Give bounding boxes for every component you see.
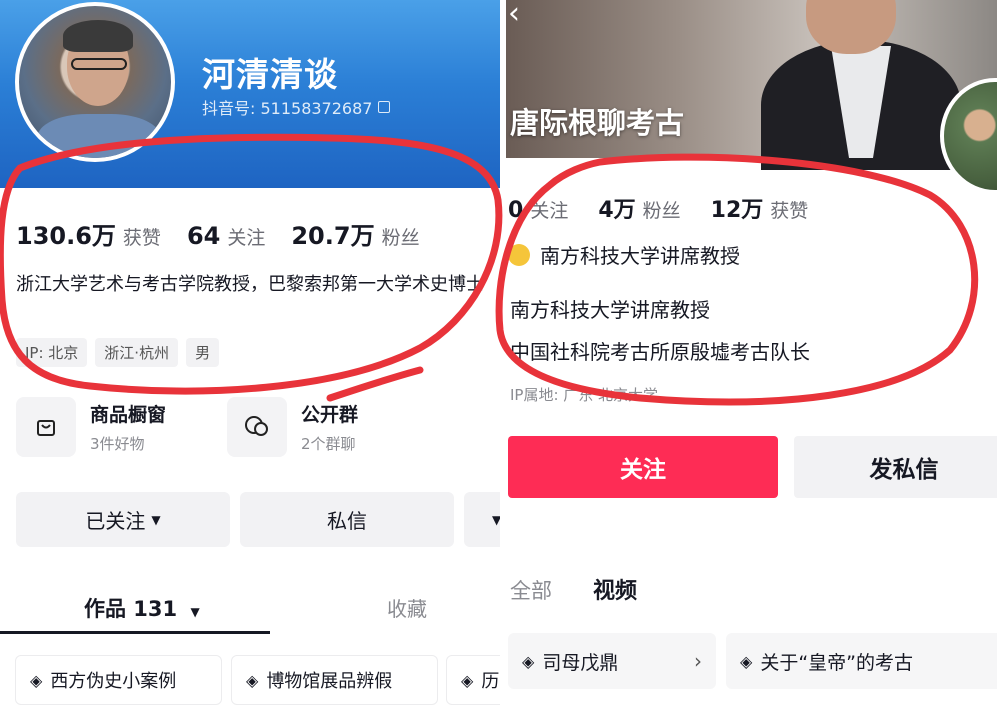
chevron-right-icon: › <box>694 649 702 673</box>
following-label[interactable]: 关注 <box>530 196 568 223</box>
following-count[interactable]: 0 <box>508 198 523 223</box>
followers-count[interactable]: 4万 <box>598 192 635 224</box>
active-tab-indicator <box>0 631 270 634</box>
layers-icon: ◈ <box>246 670 259 690</box>
verified-title: 南方科技大学讲席教授 <box>508 240 740 269</box>
follow-button[interactable]: 关注 <box>508 436 778 498</box>
profile-bio: 浙江大学艺术与考古学院教授，巴黎索邦第一大学术史博士 <box>16 274 484 295</box>
collection-chip[interactable]: ◈ 西方伪史小案例 <box>15 655 222 705</box>
likes-count: 130.6万 <box>16 222 116 250</box>
collection-chip-label: 西方伪史小案例 <box>50 671 177 692</box>
collection-chip-label: 关于“皇帝”的考古 <box>760 651 913 674</box>
gender-tag: 男 <box>186 338 220 367</box>
left-profile-panel: 河清清谈 抖音号: 51158372687 130.6万 获赞 64 关注 20… <box>0 0 500 707</box>
shop-window-entry[interactable]: 商品橱窗 3件好物 <box>16 397 166 457</box>
right-profile-panel: ‹ 唐际根聊考古 0 关注 4万 粉丝 12万 获赞 南方科技大学讲席教授 南方… <box>506 0 997 707</box>
followed-button[interactable]: 已关注 ▼ <box>16 492 230 547</box>
profile-stats: 0 关注 4万 粉丝 12万 获赞 <box>508 192 838 224</box>
profile-tags: IP: 北京 浙江·杭州 男 <box>16 338 220 367</box>
more-options-button[interactable]: ▼ <box>464 492 500 547</box>
ip-location: IP属地: 广东 北京大学 <box>510 386 659 404</box>
tab-favorites[interactable]: 收藏 <box>387 593 427 622</box>
location-tag: 浙江·杭州 <box>95 338 179 367</box>
followed-label: 已关注 <box>85 509 146 533</box>
avatar[interactable] <box>15 2 175 162</box>
following-label[interactable]: 关注 <box>227 223 265 250</box>
caret-down-icon: ▼ <box>492 512 500 527</box>
followers-label[interactable]: 粉丝 <box>382 223 420 250</box>
douyin-id-text: 抖音号: 51158372687 <box>202 99 373 118</box>
layers-icon: ◈ <box>740 651 753 671</box>
likes-label: 获赞 <box>770 200 809 222</box>
verified-text: 南方科技大学讲席教授 <box>540 244 740 268</box>
send-message-button[interactable]: 发私信 <box>794 436 997 498</box>
public-group-title: 公开群 <box>301 404 359 426</box>
content-tabs: 作品 131 ▼ 收藏 <box>0 585 500 634</box>
layers-icon: ◈ <box>461 670 474 690</box>
verified-badge-icon <box>508 243 530 266</box>
tab-all[interactable]: 全部 <box>510 575 552 605</box>
shop-window-title: 商品橱窗 <box>90 404 167 426</box>
shopping-bag-icon <box>16 397 76 457</box>
profile-stats: 130.6万 获赞 64 关注 20.7万 粉丝 <box>16 216 446 251</box>
douyin-id[interactable]: 抖音号: 51158372687 <box>202 95 391 119</box>
likes-label: 获赞 <box>122 227 161 249</box>
header-photo-person <box>761 0 961 170</box>
followers-label[interactable]: 粉丝 <box>643 196 681 223</box>
collection-chip-label: 博物馆展品辨假 <box>266 671 393 692</box>
collection-chip[interactable]: ◈ 司母戊鼎 › <box>508 633 716 689</box>
back-arrow-icon[interactable]: ‹ <box>508 0 520 31</box>
shop-window-sub: 3件好物 <box>90 435 145 453</box>
collection-chip-label: 历 <box>481 671 500 692</box>
ip-tag: IP: 北京 <box>16 338 88 367</box>
bio-line: 中国社科院考古所原殷墟考古队长 <box>510 340 810 364</box>
caret-down-icon: ▼ <box>151 512 161 527</box>
likes-count: 12万 <box>710 198 764 223</box>
following-count[interactable]: 64 <box>187 222 220 250</box>
collection-chip[interactable]: ◈ 关于“皇帝”的考古 <box>726 633 997 689</box>
collection-chip[interactable]: ◈ 博物馆展品辨假 <box>231 655 438 705</box>
profile-name: 唐际根聊考古 <box>510 106 685 140</box>
caret-down-icon: ▼ <box>190 605 200 619</box>
profile-bio: 南方科技大学讲席教授 中国社科院考古所原殷墟考古队长 <box>510 289 810 373</box>
copy-icon[interactable] <box>378 101 391 113</box>
followers-count[interactable]: 20.7万 <box>291 216 374 251</box>
layers-icon: ◈ <box>522 651 535 671</box>
layers-icon: ◈ <box>30 670 43 690</box>
tab-videos[interactable]: 视频 <box>593 573 637 605</box>
profile-name: 河清清谈 <box>202 55 338 94</box>
public-group-sub: 2个群聊 <box>301 435 356 453</box>
message-label: 私信 <box>327 509 367 533</box>
chat-bubbles-icon <box>227 397 287 457</box>
collection-chip[interactable]: ◈ 历 <box>446 655 500 705</box>
collection-chip-label: 司母戊鼎 <box>542 651 619 674</box>
bio-line: 南方科技大学讲席教授 <box>510 298 710 322</box>
tab-works-label: 作品 131 <box>84 597 178 621</box>
public-group-entry[interactable]: 公开群 2个群聊 <box>227 397 358 457</box>
message-button[interactable]: 私信 <box>240 492 454 547</box>
tab-works[interactable]: 作品 131 ▼ <box>84 593 200 623</box>
